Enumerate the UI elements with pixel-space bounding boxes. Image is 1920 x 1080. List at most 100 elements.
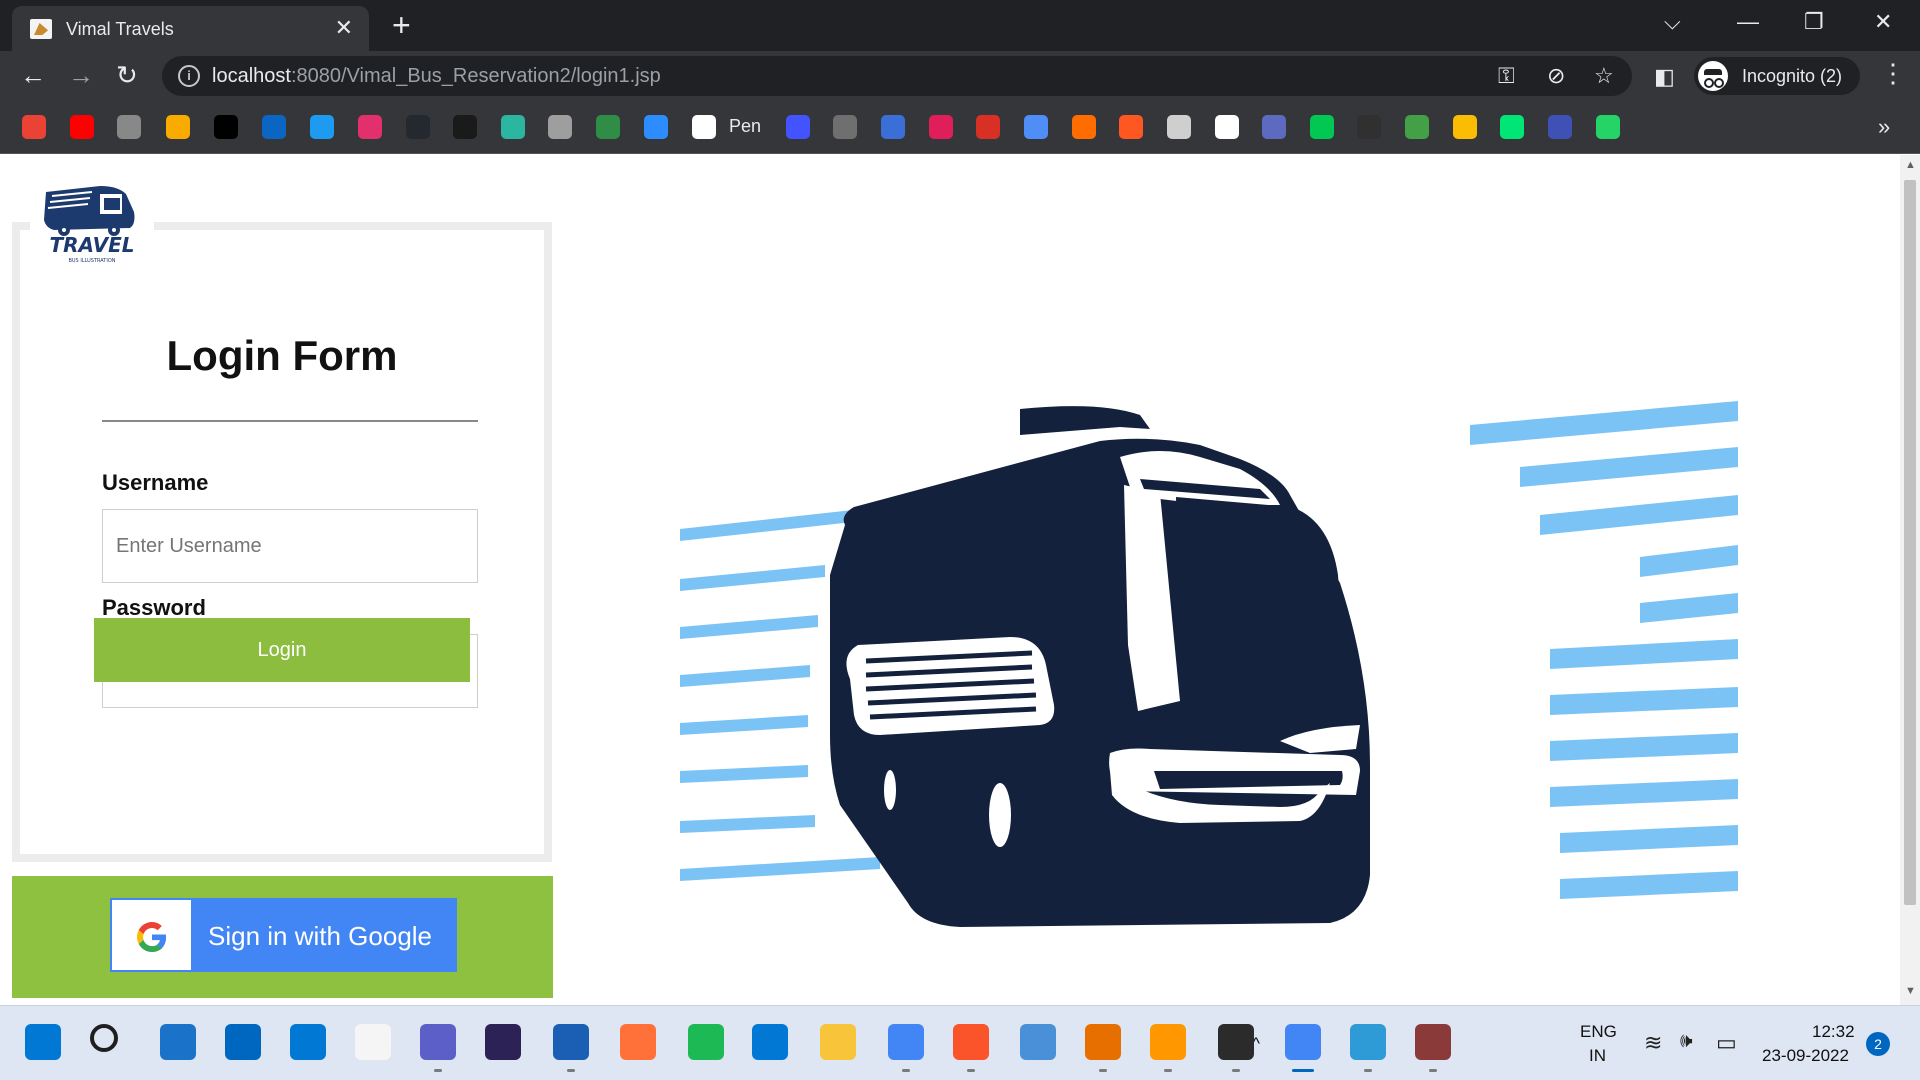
taskbar-sublime-icon[interactable] [1150,1024,1186,1060]
page-scrollbar[interactable]: ▲ ▼ [1900,155,1920,1005]
bookmark-ring-icon[interactable] [1262,115,1286,139]
volume-icon[interactable]: 🕪 [1680,1030,1693,1053]
taskbar-search-icon[interactable] [90,1024,118,1052]
incognito-profile-button[interactable]: Incognito (2) [1694,57,1860,95]
battery-icon[interactable]: ▭ [1716,1030,1737,1056]
notification-badge[interactable]: 2 [1866,1032,1890,1056]
bus-logo-icon: TRAVEL BUS ILLUSTRATION [44,186,135,264]
taskbar-file-explorer-icon[interactable] [820,1024,856,1060]
taskbar-store-icon[interactable] [225,1024,261,1060]
bookmark-cc-icon[interactable] [117,115,141,139]
bookmark-chart-icon[interactable] [1215,115,1239,139]
taskbar-notepad-icon[interactable] [1020,1024,1056,1060]
bookmark-slack-icon[interactable] [929,115,953,139]
bookmark-1k-icon[interactable] [976,115,1000,139]
bookmarks-more-icon[interactable]: » [1878,114,1890,140]
tracking-blocked-icon[interactable]: ⊘ [1547,64,1565,88]
taskbar-whiteboard-icon[interactable] [553,1024,589,1060]
login-button[interactable]: Login [94,618,470,682]
bookmark-zoom-icon[interactable] [644,115,668,139]
taskbar-spotify-icon[interactable] [688,1024,724,1060]
google-signin-button[interactable]: Sign in with Google [110,898,457,972]
taskbar-control-panel-icon[interactable] [1350,1024,1386,1060]
bookmark-hackerrank-icon[interactable] [214,115,238,139]
wifi-icon[interactable]: ≋ [1644,1030,1662,1056]
address-bar[interactable]: i localhost:8080/Vimal_Bus_Reservation2/… [162,56,1632,96]
bookmark-pencil-icon[interactable] [881,115,905,139]
bookmark-tinkercad-icon[interactable] [501,115,525,139]
close-window-button[interactable]: ✕ [1874,10,1892,34]
bus-illustration [680,401,1738,927]
bookmark-book-icon[interactable] [1167,115,1191,139]
back-button[interactable]: ← [20,61,46,89]
minimize-button[interactable]: — [1737,10,1759,34]
bookmark-instagram-icon[interactable] [358,115,382,139]
clock-date[interactable]: 23-09-2022 [1762,1046,1849,1066]
taskbar-chrome-icon[interactable] [888,1024,924,1060]
bookmark-chevron-yellow-icon[interactable] [1453,115,1477,139]
browser-menu-icon[interactable]: ⋮ [1880,59,1906,87]
bookmark-b-circle-icon[interactable] [1072,115,1096,139]
taskbar-start-icon[interactable] [25,1024,61,1060]
bookmark-gmail-icon[interactable] [22,115,46,139]
reload-button[interactable]: ↻ [116,61,138,89]
taskbar-app-blue-icon[interactable] [290,1024,326,1060]
taskbar-terminal-icon[interactable] [1218,1024,1254,1060]
clock-time[interactable]: 12:32 [1812,1022,1855,1042]
bookmark-star-icon[interactable]: ☆ [1594,64,1614,88]
key-icon[interactable]: ⚿ [1498,64,1515,88]
bookmark-chevrons-icon[interactable] [1310,115,1334,139]
taskbar-teams-icon[interactable] [420,1024,456,1060]
restore-button[interactable]: ❐ [1804,10,1824,34]
bookmark-un-icon[interactable] [1548,115,1572,139]
taskbar-dare2compete-icon[interactable] [355,1024,391,1060]
scroll-up-icon[interactable]: ▲ [1905,159,1916,171]
scroll-thumb[interactable] [1904,180,1916,905]
taskbar-winrar-icon[interactable] [1415,1024,1451,1060]
taskbar-firefox-icon[interactable] [620,1024,656,1060]
taskbar-java-icon[interactable] [1085,1024,1121,1060]
taskbar-task-view-icon[interactable] [160,1024,196,1060]
url-host: localhost [212,65,291,87]
bookmark-dark-shape-icon[interactable] [1357,115,1381,139]
bookmark-tiles-icon[interactable] [1024,115,1048,139]
bookmark-globe-icon[interactable] [833,115,857,139]
bookmark-owl-icon[interactable] [548,115,572,139]
username-input[interactable] [102,509,478,583]
region-label[interactable]: IN [1589,1046,1606,1066]
bookmark-linkedin-icon[interactable] [262,115,286,139]
taskbar-eclipse-icon[interactable] [485,1024,521,1060]
tab-strip: Vimal Travels ✕ + ⌵ — ❐ ✕ [0,0,1920,51]
browser-toolbar: ← → ↻ i localhost:8080/Vimal_Bus_Reserva… [0,51,1920,101]
tab-search-icon[interactable]: ⌵ [1664,10,1681,34]
bus-body [830,406,1407,927]
url-text[interactable]: localhost:8080/Vimal_Bus_Reservation2/lo… [212,65,661,88]
bookmark-codechef-icon[interactable] [453,115,477,139]
taskbar-running-indicator [567,1069,575,1072]
scroll-down-icon[interactable]: ▼ [1905,985,1916,997]
browser-tab[interactable]: Vimal Travels ✕ [12,6,369,51]
forward-button[interactable]: → [68,61,94,89]
tab-close-icon[interactable]: ✕ [335,16,353,40]
taskbar-vscode-icon[interactable] [752,1024,788,1060]
bookmark-analytics-icon[interactable] [166,115,190,139]
site-info-icon[interactable]: i [178,65,200,87]
bookmark-geeksforgeeks-icon[interactable] [596,115,620,139]
bookmark-arrow-orange-icon[interactable] [1119,115,1143,139]
bookmark-green-s-icon[interactable] [1405,115,1429,139]
taskbar-brave-icon[interactable] [953,1024,989,1060]
bookmark-github-icon[interactable] [406,115,430,139]
taskbar-chrome-profile-icon[interactable] [1285,1024,1321,1060]
side-panel-icon[interactable]: ◧ [1654,63,1675,91]
bookmark-webflow-icon[interactable] [786,115,810,139]
bookmark-youtube-icon[interactable] [70,115,94,139]
taskbar-running-indicator [1364,1069,1372,1072]
new-tab-button[interactable]: + [392,9,411,41]
language-label[interactable]: ENG [1580,1022,1617,1042]
logo-text: TRAVEL [49,233,134,257]
bookmark-pen-label[interactable]: Pen [729,116,761,137]
bookmark-twitter-icon[interactable] [310,115,334,139]
bookmark-codepen-icon[interactable] [692,115,716,139]
bookmark-asterisk-icon[interactable] [1500,115,1524,139]
bookmark-whatsapp-36-icon[interactable] [1596,115,1620,139]
